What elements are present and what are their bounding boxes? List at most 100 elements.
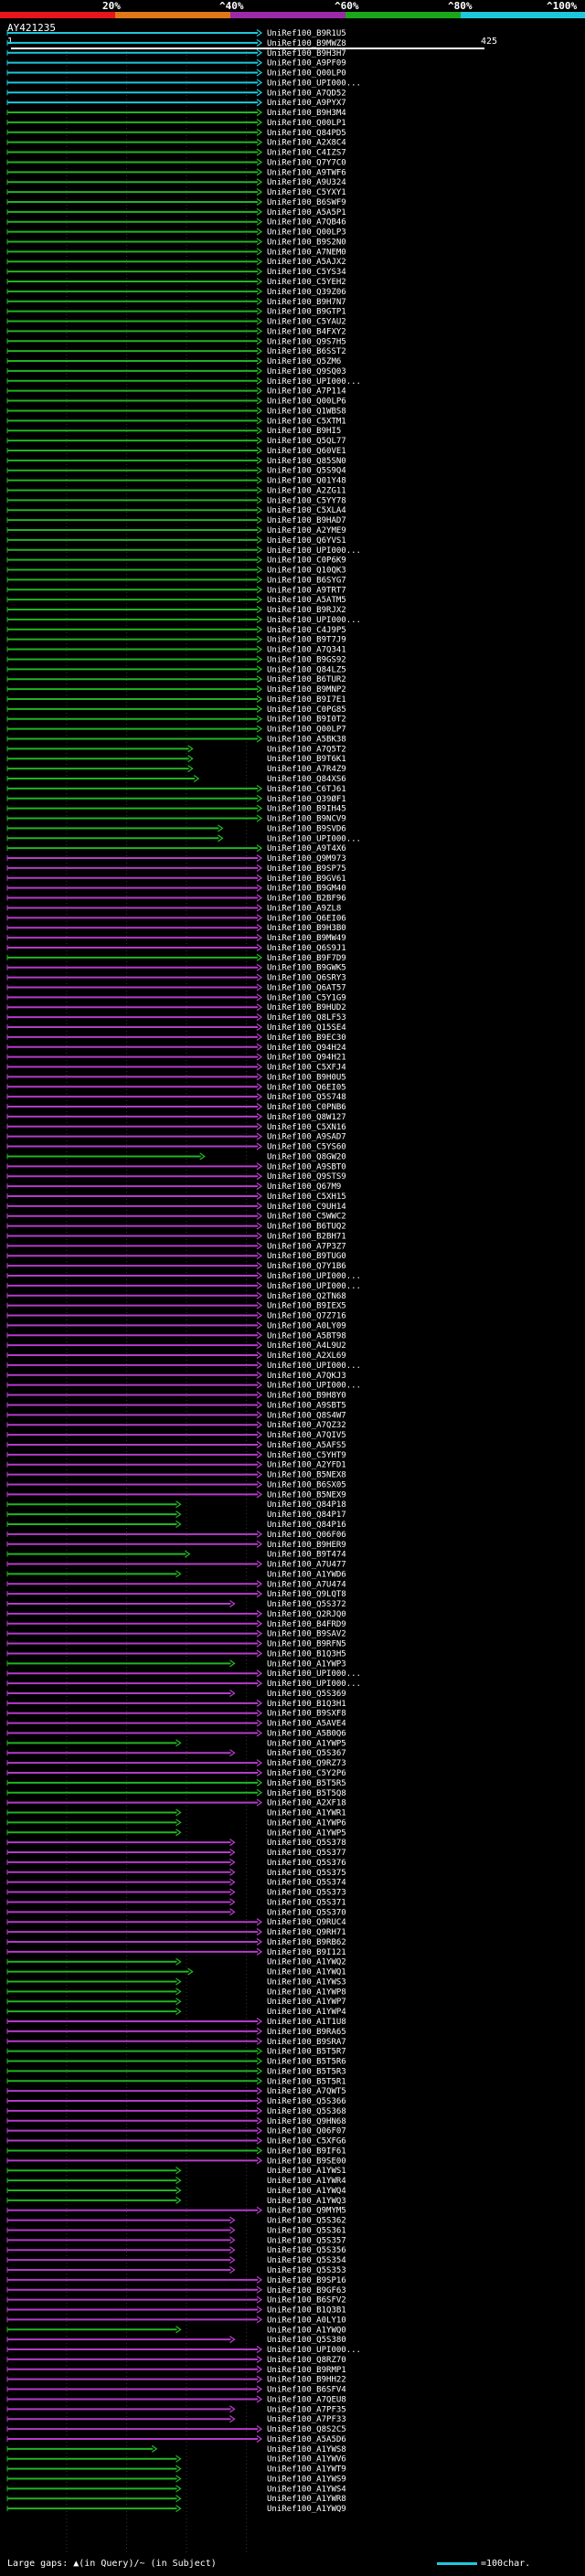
hit-label[interactable]: UniRef100_Q5S368 [267, 2107, 346, 2116]
hit-label[interactable]: UniRef100_Q9MYM5 [267, 2207, 346, 2216]
hit-label[interactable]: UniRef100_Q5S372 [267, 1600, 346, 1609]
hit-label[interactable]: UniRef100_B2BF96 [267, 895, 346, 904]
hit-label[interactable]: UniRef100_Q7Z716 [267, 1312, 346, 1321]
hit-label[interactable]: UniRef100_A1YWR8 [267, 2495, 346, 2504]
hit-label[interactable]: UniRef100_Q5S357 [267, 2236, 346, 2245]
hit-label[interactable]: UniRef100_A5B0Q6 [267, 1729, 346, 1738]
hit-label[interactable]: UniRef100_A1YWP5 [267, 1829, 346, 1838]
hit-label[interactable]: UniRef100_A1YWD6 [267, 1570, 346, 1579]
hit-label[interactable]: UniRef100_A7QKJ3 [267, 1372, 346, 1381]
hit-label[interactable]: UniRef100_A2YME9 [267, 526, 346, 535]
hit-label[interactable]: UniRef100_Q9SQ03 [267, 367, 346, 376]
hit-label[interactable]: UniRef100_UPI000... [267, 1362, 361, 1371]
hit-label[interactable]: UniRef100_Q2TN68 [267, 1292, 346, 1301]
hit-label[interactable]: UniRef100_A7QB46 [267, 218, 346, 228]
hit-label[interactable]: UniRef100_C0P6K9 [267, 557, 346, 566]
hit-label[interactable]: UniRef100_A1YWR4 [267, 2177, 346, 2186]
hit-label[interactable]: UniRef100_B9IF61 [267, 2147, 346, 2156]
hit-label[interactable]: UniRef100_Q84P16 [267, 1521, 346, 1530]
hit-label[interactable]: UniRef100_B9HI5 [267, 427, 341, 436]
hit-label[interactable]: UniRef100_B6TUR2 [267, 675, 346, 684]
hit-label[interactable]: UniRef100_B9R1U5 [267, 29, 346, 38]
hit-label[interactable]: UniRef100_Q5S373 [267, 1889, 346, 1898]
hit-label[interactable]: UniRef100_Q9HN68 [267, 2117, 346, 2126]
hit-label[interactable]: UniRef100_C0PG85 [267, 705, 346, 715]
hit-label[interactable]: UniRef100_A7QD52 [267, 89, 346, 98]
hit-label[interactable]: UniRef100_C5XTM1 [267, 417, 346, 426]
hit-label[interactable]: UniRef100_A1YWP3 [267, 1659, 346, 1669]
hit-label[interactable]: UniRef100_A7PF35 [267, 2405, 346, 2414]
hit-label[interactable]: UniRef100_Q6YVS1 [267, 536, 346, 546]
hit-label[interactable]: UniRef100_Q2RJQ0 [267, 1610, 346, 1619]
hit-label[interactable]: UniRef100_C5XN16 [267, 1123, 346, 1132]
hit-label[interactable]: UniRef100_A1YWQ9 [267, 2505, 346, 2514]
hit-label[interactable]: UniRef100_B6SX05 [267, 1480, 346, 1489]
hit-label[interactable]: UniRef100_A9SBT0 [267, 1162, 346, 1171]
hit-label[interactable]: UniRef100_B4FXY2 [267, 327, 346, 336]
hit-label[interactable]: UniRef100_A5BT98 [267, 1331, 346, 1341]
hit-label[interactable]: UniRef100_B9S2N0 [267, 238, 346, 247]
hit-label[interactable]: UniRef100_C4J9P5 [267, 626, 346, 635]
hit-label[interactable]: UniRef100_B9HAD7 [267, 516, 346, 525]
hit-label[interactable]: UniRef100_Q5S356 [267, 2246, 346, 2255]
hit-label[interactable]: UniRef100_Q1WBS8 [267, 407, 346, 416]
hit-label[interactable]: UniRef100_C5YY78 [267, 496, 346, 505]
hit-label[interactable]: UniRef100_B9GV61 [267, 875, 346, 884]
hit-label[interactable]: UniRef100_Q5S354 [267, 2256, 346, 2265]
hit-label[interactable]: UniRef100_B9GS92 [267, 655, 346, 664]
hit-label[interactable]: UniRef100_B9I7E1 [267, 695, 346, 705]
hit-label[interactable]: UniRef100_B9H3M4 [267, 109, 346, 118]
hit-label[interactable]: UniRef100_B9MW49 [267, 934, 346, 943]
hit-label[interactable]: UniRef100_A1YWS4 [267, 2485, 346, 2494]
hit-label[interactable]: UniRef100_B9H0U5 [267, 1073, 346, 1082]
hit-label[interactable]: UniRef100_B9H7N7 [267, 298, 346, 307]
hit-label[interactable]: UniRef100_Q6EI06 [267, 914, 346, 923]
hit-label[interactable]: UniRef100_Q5S362 [267, 2217, 346, 2226]
hit-label[interactable]: UniRef100_C5XFJ4 [267, 1064, 346, 1073]
hit-label[interactable]: UniRef100_UPI000... [267, 1382, 361, 1391]
hit-label[interactable]: UniRef100_C5YS60 [267, 1143, 346, 1152]
hit-label[interactable]: UniRef100_Q00LP7 [267, 726, 346, 735]
hit-label[interactable]: UniRef100_A1YWQ2 [267, 1958, 346, 1967]
hit-label[interactable]: UniRef100_Q9M973 [267, 854, 346, 864]
hit-label[interactable]: UniRef100_Q39Z06 [267, 288, 346, 297]
hit-label[interactable]: UniRef100_Q8S2C5 [267, 2425, 346, 2434]
hit-label[interactable]: UniRef100_Q9RZ73 [267, 1759, 346, 1768]
hit-label[interactable]: UniRef100_Q5S377 [267, 1849, 346, 1858]
hit-label[interactable]: UniRef100_Q9RH71 [267, 1928, 346, 1937]
hit-label[interactable]: UniRef100_A9SAD7 [267, 1133, 346, 1142]
hit-label[interactable]: UniRef100_Q94H24 [267, 1044, 346, 1053]
hit-label[interactable]: UniRef100_Q9RUC4 [267, 1918, 346, 1927]
hit-label[interactable]: UniRef100_C5WWC2 [267, 1213, 346, 1222]
hit-label[interactable]: UniRef100_UPI000... [267, 2346, 361, 2355]
hit-label[interactable]: UniRef100_B9EC30 [267, 1034, 346, 1043]
hit-label[interactable]: UniRef100_C5YEH2 [267, 278, 346, 287]
hit-label[interactable]: UniRef100_A7QWT5 [267, 2087, 346, 2096]
hit-label[interactable]: UniRef100_A5A5P1 [267, 208, 346, 217]
hit-label[interactable]: UniRef100_A7Q5T2 [267, 745, 346, 754]
hit-label[interactable]: UniRef100_A1YWR1 [267, 1809, 346, 1818]
hit-label[interactable]: UniRef100_C5YAU2 [267, 318, 346, 327]
hit-label[interactable]: UniRef100_Q84LZ5 [267, 665, 346, 674]
hit-label[interactable]: UniRef100_A5A5D6 [267, 2435, 346, 2444]
hit-label[interactable]: UniRef100_Q5S353 [267, 2266, 346, 2275]
hit-label[interactable]: UniRef100_A2ZG11 [267, 486, 346, 495]
hit-label[interactable]: UniRef100_B9RJX2 [267, 606, 346, 615]
hit-label[interactable]: UniRef100_C6TJ61 [267, 785, 346, 794]
hit-label[interactable]: UniRef100_B5T5R5 [267, 1779, 346, 1788]
hit-label[interactable]: UniRef100_Q5S366 [267, 2097, 346, 2106]
hit-label[interactable]: UniRef100_UPI000... [267, 377, 361, 387]
hit-label[interactable]: UniRef100_Q5QL77 [267, 437, 346, 446]
hit-label[interactable]: UniRef100_C5XFG6 [267, 2137, 346, 2147]
hit-label[interactable]: UniRef100_B9H8Y0 [267, 1392, 346, 1401]
hit-label[interactable]: UniRef100_B5T5R7 [267, 2048, 346, 2057]
hit-label[interactable]: UniRef100_Q5S374 [267, 1879, 346, 1888]
hit-label[interactable]: UniRef100_A1YWP6 [267, 1818, 346, 1828]
hit-label[interactable]: UniRef100_B9T474 [267, 1551, 346, 1560]
hit-label[interactable]: UniRef100_Q6SRY3 [267, 974, 346, 983]
hit-label[interactable]: UniRef100_C5XH15 [267, 1193, 346, 1202]
hit-label[interactable]: UniRef100_UPI000... [267, 1282, 361, 1291]
hit-label[interactable]: UniRef100_A7QEU8 [267, 2395, 346, 2404]
hit-label[interactable]: UniRef100_A1YWS9 [267, 2475, 346, 2484]
hit-label[interactable]: UniRef100_A1YWV6 [267, 2455, 346, 2465]
